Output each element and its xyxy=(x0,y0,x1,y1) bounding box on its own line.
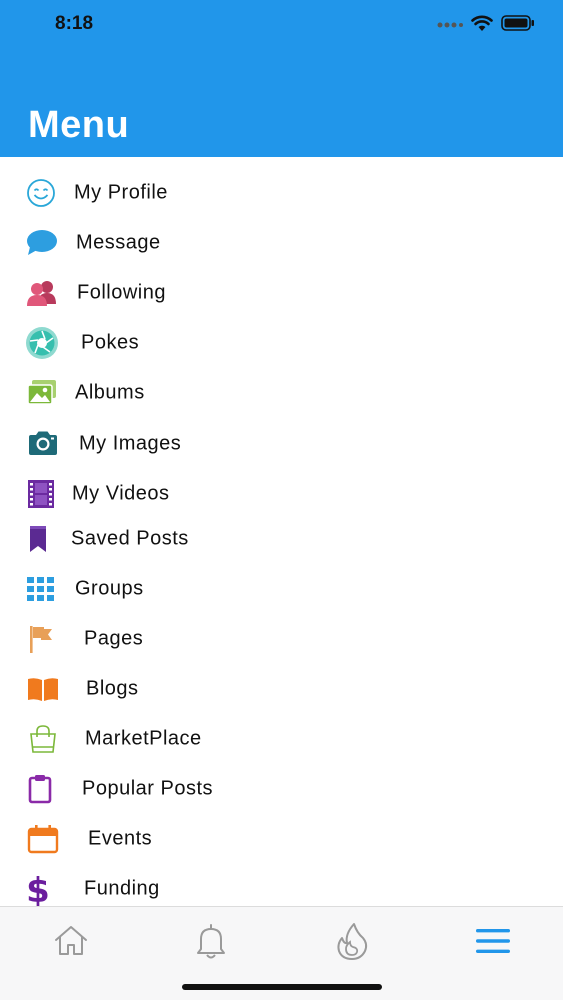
menu-item-label: Pokes xyxy=(81,331,140,354)
status-time: 8:18 xyxy=(55,13,94,34)
menu-item-label: Funding xyxy=(84,877,160,900)
menu-item-my-videos[interactable]: My Videos xyxy=(0,471,563,517)
camera-icon xyxy=(26,427,60,461)
menu-item-blogs[interactable]: Blogs xyxy=(0,666,563,712)
menu-item-label: Pages xyxy=(84,627,144,650)
menu-item-label: My Profile xyxy=(74,181,168,204)
tab-menu[interactable] xyxy=(471,919,515,963)
menu-item-saved-posts[interactable]: Saved Posts xyxy=(0,516,563,562)
menu-item-my-profile[interactable]: My Profile xyxy=(0,170,563,216)
grid-icon xyxy=(24,572,58,606)
battery-icon xyxy=(501,14,535,36)
dollar-icon: $ xyxy=(21,872,55,906)
menu-item-marketplace[interactable]: MarketPlace xyxy=(0,716,563,762)
menu-item-albums[interactable]: Albums xyxy=(0,370,563,416)
flame-icon xyxy=(330,919,374,963)
photo-album-icon xyxy=(25,376,59,410)
menu-item-label: Following xyxy=(77,281,166,304)
tab-trending[interactable] xyxy=(330,919,374,963)
page-title: Menu xyxy=(28,104,130,146)
menu-item-label: MarketPlace xyxy=(85,727,202,750)
menu-item-pokes[interactable]: Pokes xyxy=(0,320,563,366)
bell-icon xyxy=(189,919,233,963)
calendar-icon xyxy=(26,822,60,856)
menu-item-label: My Images xyxy=(79,432,182,455)
menu-item-message[interactable]: Message xyxy=(0,220,563,266)
users-icon xyxy=(25,276,59,310)
menu-item-label: Events xyxy=(88,827,153,850)
smiley-icon xyxy=(24,176,58,210)
film-icon xyxy=(24,477,58,511)
aperture-icon xyxy=(25,326,59,360)
menu-item-following[interactable]: Following xyxy=(0,270,563,316)
menu-item-groups[interactable]: Groups xyxy=(0,566,563,612)
status-icons xyxy=(437,14,535,36)
bookmark-icon xyxy=(21,522,55,556)
header: 8:18 Menu xyxy=(0,0,563,157)
menu-item-label: Blogs xyxy=(86,677,139,700)
menu-item-events[interactable]: Events xyxy=(0,816,563,862)
svg-text:$: $ xyxy=(26,872,50,906)
tab-notifications[interactable] xyxy=(189,919,233,963)
tab-home[interactable] xyxy=(49,919,93,963)
menu-item-label: Popular Posts xyxy=(82,777,214,800)
flag-icon xyxy=(25,622,59,656)
clipboard-icon xyxy=(23,772,57,806)
chat-bubble-icon xyxy=(25,226,59,260)
hamburger-icon xyxy=(471,919,515,963)
menu-item-label: Groups xyxy=(75,577,144,600)
book-icon xyxy=(26,672,60,706)
menu-item-pages[interactable]: Pages xyxy=(0,616,563,662)
menu-item-popular-posts[interactable]: Popular Posts xyxy=(0,766,563,812)
menu-item-my-images[interactable]: My Images xyxy=(0,421,563,467)
shopping-bag-icon xyxy=(26,722,60,756)
menu-item-label: Saved Posts xyxy=(71,527,189,550)
home-indicator xyxy=(182,984,382,990)
menu-item-label: Albums xyxy=(75,381,145,404)
home-icon xyxy=(49,919,93,963)
signal-icon xyxy=(437,16,463,34)
menu-item-label: My Videos xyxy=(72,482,170,505)
wifi-icon xyxy=(471,14,493,37)
menu-item-label: Message xyxy=(76,231,161,254)
